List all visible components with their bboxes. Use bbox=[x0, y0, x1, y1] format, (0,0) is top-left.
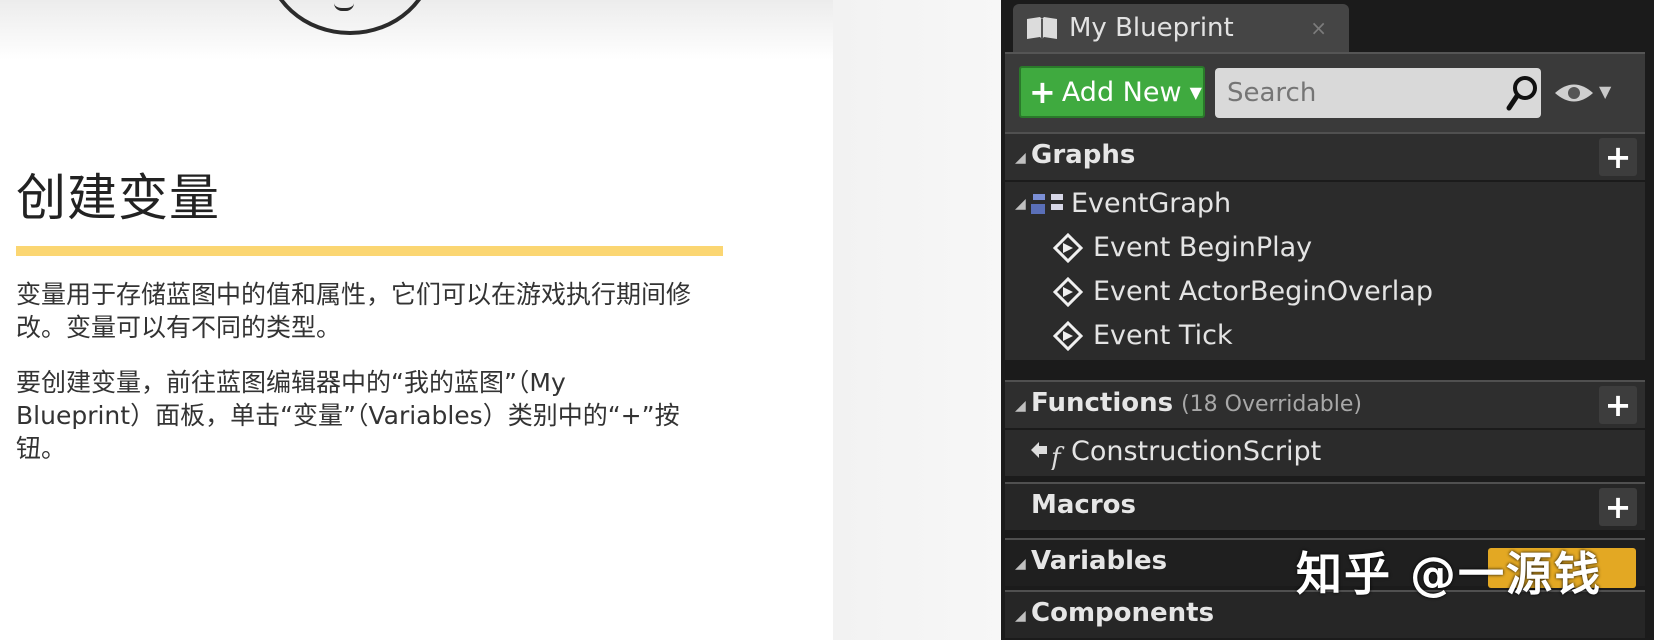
close-icon[interactable]: × bbox=[1310, 16, 1327, 40]
tree-item-construction-script[interactable]: f ConstructionScript bbox=[1005, 430, 1645, 476]
slide-paragraph-1: 变量用于存储蓝图中的值和属性，它们可以在游戏执行期间修改。变量可以有不同的类型。 bbox=[16, 280, 692, 342]
event-node-icon bbox=[1053, 277, 1083, 307]
section-label-variables: Variables bbox=[1031, 546, 1168, 576]
accent-rule bbox=[16, 246, 723, 256]
eventgraph-label: EventGraph bbox=[1071, 188, 1232, 219]
event-node-icon bbox=[1053, 321, 1083, 351]
slide-paragraph-2: 要创建变量，前往蓝图编辑器中的“我的蓝图”（My Blueprint）面板，单击… bbox=[16, 368, 680, 463]
event-node-icon bbox=[1053, 233, 1083, 263]
collapse-arrow-icon[interactable]: ◢ bbox=[1015, 608, 1026, 624]
tree-item-eventgraph[interactable]: ◢ EventGraph bbox=[1005, 182, 1645, 226]
collapse-arrow-icon[interactable]: ◢ bbox=[1015, 556, 1026, 572]
section-functions[interactable]: ◢ Functions (18 Overridable) + bbox=[1005, 380, 1645, 428]
tree-item-event[interactable]: Event ActorBeginOverlap bbox=[1005, 270, 1645, 314]
section-label-graphs: Graphs bbox=[1031, 140, 1136, 170]
tab-my-blueprint[interactable]: My Blueprint × bbox=[1013, 4, 1349, 52]
functions-title: Functions bbox=[1031, 388, 1174, 418]
tree-item-event[interactable]: Event Tick bbox=[1005, 314, 1645, 360]
event-label: Event Tick bbox=[1093, 320, 1233, 351]
slide-title: 创建变量 bbox=[16, 169, 220, 227]
section-macros[interactable]: Macros + bbox=[1005, 482, 1645, 530]
search-icon[interactable] bbox=[1505, 74, 1539, 112]
tree-item-event[interactable]: Event BeginPlay bbox=[1005, 226, 1645, 270]
section-label-components: Components bbox=[1031, 598, 1215, 628]
add-graph-button[interactable]: + bbox=[1599, 138, 1637, 176]
collapse-arrow-icon[interactable]: ◢ bbox=[1015, 150, 1026, 166]
svg-text:f: f bbox=[1049, 443, 1065, 470]
search-input[interactable] bbox=[1215, 68, 1541, 118]
construction-script-label: ConstructionScript bbox=[1071, 436, 1322, 467]
book-icon bbox=[1027, 17, 1057, 39]
chevron-down-icon: ▼ bbox=[1189, 82, 1202, 102]
add-function-button[interactable]: + bbox=[1599, 386, 1637, 424]
slide: 创建变量 变量用于存储蓝图中的值和属性，它们可以在游戏执行期间修改。变量可以有不… bbox=[0, 0, 833, 640]
add-macro-button[interactable]: + bbox=[1599, 488, 1637, 526]
function-icon: f bbox=[1031, 442, 1065, 470]
event-label: Event BeginPlay bbox=[1093, 232, 1313, 263]
add-new-button[interactable]: + Add New ▼ bbox=[1019, 66, 1205, 118]
functions-overridable-count: (18 Overridable) bbox=[1181, 392, 1362, 417]
section-label-macros: Macros bbox=[1031, 490, 1136, 520]
collapse-arrow-icon[interactable]: ◢ bbox=[1015, 398, 1026, 414]
chevron-down-icon[interactable]: ▼ bbox=[1599, 82, 1611, 101]
collapse-arrow-icon[interactable]: ◢ bbox=[1015, 196, 1026, 212]
event-graph-icon bbox=[1031, 194, 1063, 214]
plus-icon: + bbox=[1029, 73, 1056, 111]
background-gap bbox=[833, 0, 1001, 640]
section-label-functions: Functions (18 Overridable) bbox=[1031, 388, 1362, 418]
slide-top-band bbox=[0, 0, 833, 60]
tab-title: My Blueprint bbox=[1069, 13, 1234, 43]
toolbar: + Add New ▼ ▼ bbox=[1005, 52, 1645, 132]
eye-icon[interactable] bbox=[1553, 80, 1595, 106]
add-new-label: Add New bbox=[1061, 76, 1182, 108]
watermark: 知乎 @一源钱 bbox=[1296, 547, 1603, 601]
section-graphs[interactable]: ◢ Graphs + bbox=[1005, 132, 1645, 180]
event-label: Event ActorBeginOverlap bbox=[1093, 276, 1433, 307]
